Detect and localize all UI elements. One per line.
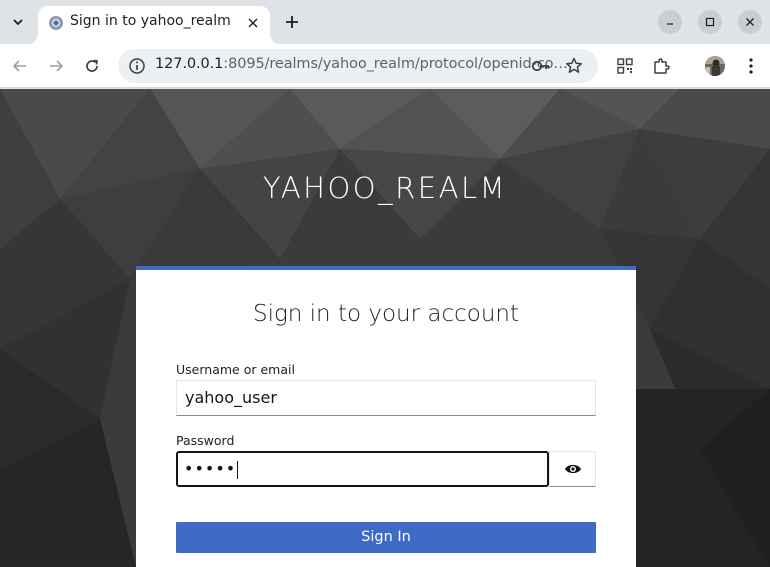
- form-heading: Sign in to your account: [252, 301, 520, 327]
- kebab-menu-icon: [749, 58, 753, 74]
- maximize-icon: [705, 17, 715, 27]
- window-close-button[interactable]: [738, 10, 762, 34]
- show-password-button[interactable]: [549, 451, 596, 487]
- plus-icon: [286, 16, 298, 28]
- star-icon[interactable]: [564, 56, 584, 76]
- extensions-button[interactable]: [647, 52, 675, 80]
- username-input[interactable]: yahoo_user: [176, 380, 596, 416]
- tab-strip: Sign in to yahoo_realm: [0, 0, 770, 44]
- profile-button[interactable]: [701, 52, 729, 80]
- url-text: 127.0.0.1:8095/realms/yahoo_realm/protoc…: [155, 56, 568, 72]
- reload-icon: [86, 59, 98, 72]
- maximize-button[interactable]: [698, 10, 722, 34]
- info-icon[interactable]: [128, 57, 146, 75]
- keycloak-favicon-icon: [49, 16, 63, 30]
- close-icon: [746, 18, 754, 26]
- tab-search-button[interactable]: [6, 10, 30, 34]
- login-card: Sign in to your account Username or emai…: [136, 266, 636, 567]
- password-label: Password: [176, 433, 235, 448]
- back-arrow-icon: [12, 60, 26, 72]
- minimize-icon: [667, 23, 673, 25]
- login-page: YAHOO_REALM Sign in to your account User…: [0, 89, 770, 567]
- forward-arrow-icon: [50, 60, 64, 72]
- realm-title: YAHOO_REALM: [262, 171, 508, 205]
- browser-menu-button[interactable]: [737, 52, 765, 80]
- browser-toolbar: 127.0.0.1:8095/realms/yahoo_realm/protoc…: [0, 44, 770, 88]
- chevron-down-icon: [13, 19, 23, 26]
- extensions-icon: [654, 58, 670, 74]
- address-bar[interactable]: 127.0.0.1:8095/realms/yahoo_realm/protoc…: [118, 49, 598, 83]
- reload-button[interactable]: [78, 52, 106, 80]
- qr-code-button[interactable]: [611, 52, 639, 80]
- tab-close-button[interactable]: [244, 14, 262, 32]
- profile-avatar: [705, 56, 725, 76]
- forward-button[interactable]: [42, 52, 70, 80]
- qr-code-icon: [617, 58, 633, 74]
- username-label: Username or email: [176, 362, 295, 377]
- sign-in-button[interactable]: Sign In: [176, 522, 596, 553]
- eye-icon: [564, 464, 581, 474]
- new-tab-button[interactable]: [280, 10, 304, 34]
- back-button[interactable]: [6, 52, 34, 80]
- minimize-button[interactable]: [658, 10, 682, 34]
- tab-title: Sign in to yahoo_realm: [70, 13, 231, 29]
- password-masked-value: •••••: [184, 459, 237, 478]
- text-caret: [237, 460, 239, 479]
- key-icon[interactable]: [531, 57, 551, 75]
- password-input[interactable]: •••••: [176, 451, 549, 487]
- active-tab[interactable]: Sign in to yahoo_realm: [38, 6, 270, 44]
- close-icon: [248, 18, 258, 28]
